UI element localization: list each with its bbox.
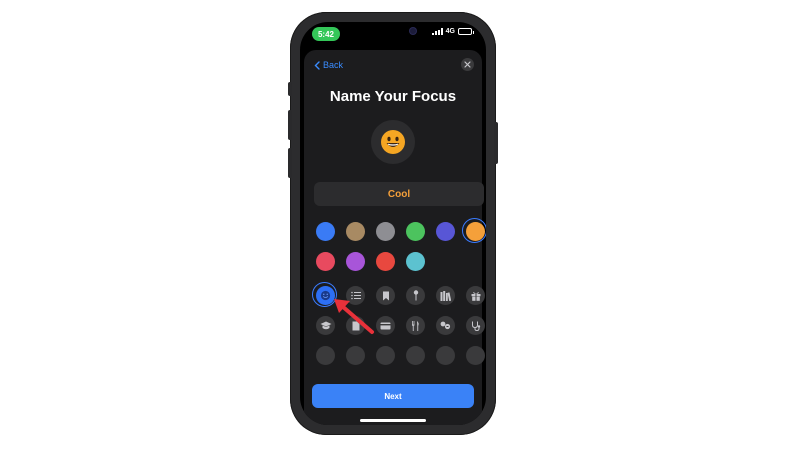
icon-option-stethoscope[interactable] <box>466 316 485 335</box>
volume-down-button <box>288 148 292 178</box>
focus-emoji-button[interactable] <box>371 120 415 164</box>
close-icon <box>464 61 471 68</box>
icon-option-partial[interactable] <box>316 346 335 365</box>
color-option-pink-red[interactable] <box>316 252 335 271</box>
back-label: Back <box>323 60 344 70</box>
home-indicator[interactable] <box>360 419 426 422</box>
page-title: Name Your Focus <box>329 88 457 105</box>
icon-option-utensils[interactable] <box>406 316 425 335</box>
color-option-blue[interactable] <box>316 222 335 241</box>
color-option-red[interactable] <box>376 252 395 271</box>
back-button[interactable]: Back <box>314 60 343 70</box>
signal-icon <box>431 28 443 35</box>
front-camera-icon <box>410 28 416 34</box>
status-time: 5:42 <box>312 27 340 41</box>
icon-option-books[interactable] <box>436 286 455 305</box>
battery-icon <box>458 28 474 35</box>
icon-option-pin[interactable] <box>406 286 425 305</box>
close-button[interactable] <box>461 58 474 71</box>
phone-screen: 5:42 4G Back Name Your Focus Cool Next <box>300 22 486 425</box>
network-type: 4G <box>445 28 455 35</box>
credit-card-icon <box>380 322 391 329</box>
icon-option-credit-card[interactable] <box>376 316 395 335</box>
color-option-tan[interactable] <box>346 222 365 241</box>
utensils-icon <box>412 320 419 331</box>
icon-option-partial[interactable] <box>346 346 365 365</box>
icon-option-partial[interactable] <box>436 346 455 365</box>
color-option-orange[interactable] <box>462 218 486 243</box>
icon-option-partial[interactable] <box>466 346 485 365</box>
icon-option-pills[interactable] <box>436 316 455 335</box>
grinning-face-emoji <box>381 130 405 154</box>
status-indicators: 4G <box>431 28 474 35</box>
pin-icon <box>413 290 418 301</box>
chevron-left-icon <box>314 60 320 70</box>
bookmark-icon <box>382 291 389 300</box>
stethoscope-icon <box>471 321 480 331</box>
annotation-arrow-icon <box>334 299 374 334</box>
scroll-fade <box>304 368 482 376</box>
color-option-teal[interactable] <box>406 252 425 271</box>
silent-switch <box>288 82 292 96</box>
books-icon <box>440 290 451 301</box>
gift-icon <box>471 291 480 301</box>
icon-option-bookmark[interactable] <box>376 286 395 305</box>
color-option-purple[interactable] <box>346 252 365 271</box>
color-option-gray[interactable] <box>376 222 395 241</box>
icon-option-partial[interactable] <box>406 346 425 365</box>
power-button <box>494 122 498 164</box>
next-button[interactable]: Next <box>312 384 474 408</box>
focus-name-field[interactable]: Cool <box>314 182 484 206</box>
color-option-indigo[interactable] <box>436 222 455 241</box>
pills-icon <box>440 321 451 330</box>
sheet-footer: Next <box>304 376 482 425</box>
icon-option-gift[interactable] <box>466 286 485 305</box>
color-option-green[interactable] <box>406 222 425 241</box>
icon-option-partial[interactable] <box>376 346 395 365</box>
focus-setup-sheet: Back Name Your Focus Cool Next <box>304 50 486 425</box>
volume-up-button <box>288 110 292 140</box>
